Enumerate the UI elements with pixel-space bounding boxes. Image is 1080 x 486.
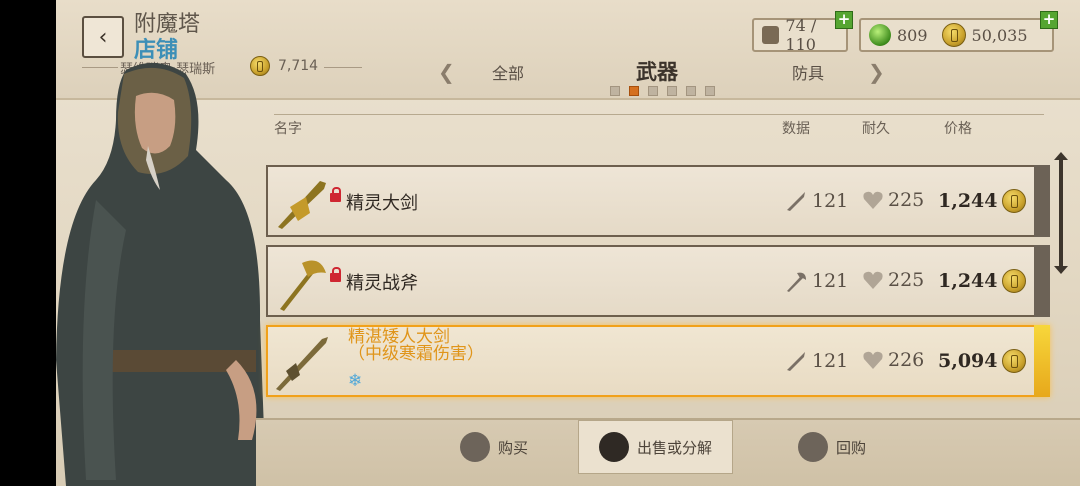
column-name: 名字 — [274, 121, 302, 137]
page-dot — [610, 86, 620, 96]
durability-stat: 225 — [862, 189, 924, 211]
buy-button[interactable]: 购买 — [460, 432, 528, 462]
buyback-button[interactable]: 回购 — [798, 432, 866, 462]
tab-weapons[interactable]: 武器 — [636, 56, 678, 86]
durability-value: 225 — [888, 189, 925, 211]
header-divider — [274, 114, 1044, 115]
price-value: 1,244 — [938, 190, 998, 212]
money-bag-icon — [599, 432, 629, 462]
inventory-bag-icon — [762, 26, 780, 44]
sword-icon — [787, 192, 805, 211]
durability-value: 226 — [888, 349, 925, 371]
add-currency-button[interactable]: + — [1040, 11, 1058, 29]
bottom-action-bar: 购买 出售或分解 回购 — [256, 418, 1080, 486]
durability-stat: 225 — [862, 269, 924, 291]
item-row[interactable]: 精灵战斧 121 225 1,244 — [266, 245, 1050, 317]
tab-all[interactable]: 全部 — [492, 60, 524, 84]
heart-icon — [863, 271, 883, 289]
price-stat: 1,244 — [938, 189, 1026, 213]
gold-coin-icon — [1001, 189, 1026, 213]
item-enchant: （中级寒霜伤害） — [348, 344, 484, 364]
damage-stat: 121 — [784, 269, 848, 293]
frost-enchant-icon: ❄ — [348, 371, 363, 391]
buy-label: 购买 — [498, 438, 529, 457]
damage-stat: 121 — [784, 349, 848, 373]
coins-stack-icon — [460, 432, 490, 462]
damage-value: 121 — [812, 270, 849, 292]
gold-count: 50,035 — [971, 25, 1028, 45]
shop-screen: ‹ 附魔塔 店铺 瑟维瑞奥·瑟瑞斯 7,714 74 / 110 + 809 5… — [56, 0, 1080, 486]
row-edge — [1034, 245, 1050, 317]
page-dot — [686, 86, 696, 96]
enchanted-row-edge — [1034, 325, 1050, 397]
column-data: 数据 — [782, 121, 810, 137]
item-row-selected[interactable]: 精湛矮人大剑 （中级寒霜伤害） ❄ 121 226 5,094 — [266, 325, 1050, 397]
currency-box[interactable]: 809 50,035 — [859, 18, 1054, 52]
buyback-icon — [798, 432, 828, 462]
item-row[interactable]: 精灵大剑 121 225 1,244 — [266, 165, 1050, 237]
add-capacity-button[interactable]: + — [835, 11, 853, 29]
gold-coin-icon — [1001, 349, 1026, 373]
durability-value: 225 — [888, 269, 925, 291]
gem-count: 809 — [897, 25, 928, 45]
page-dot — [648, 86, 658, 96]
gold-coin-icon — [1001, 269, 1026, 293]
page-dot-active — [629, 86, 639, 96]
sell-label: 出售或分解 — [637, 438, 713, 457]
item-name: 精灵战斧 — [346, 273, 418, 294]
damage-value: 121 — [812, 190, 849, 212]
merchant-gold-value: 7,714 — [278, 58, 319, 74]
axe-icon — [787, 272, 806, 292]
chevron-left-icon[interactable]: ❮ — [438, 60, 455, 84]
heart-icon — [863, 191, 883, 209]
back-button[interactable]: ‹ — [82, 16, 124, 58]
row-edge — [1034, 165, 1050, 237]
damage-stat: 121 — [784, 189, 848, 213]
inventory-value: 74 / 110 — [785, 16, 817, 54]
column-durability: 耐久 — [862, 121, 890, 137]
tab-armor[interactable]: 防具 — [792, 60, 824, 84]
price-stat: 5,094 — [938, 349, 1026, 373]
chevron-left-icon: ‹ — [98, 24, 108, 50]
price-value: 1,244 — [938, 270, 998, 292]
greatsword-icon — [278, 181, 326, 229]
sell-or-disassemble-button[interactable]: 出售或分解 — [578, 420, 734, 474]
list-scrollbar[interactable] — [1054, 152, 1068, 274]
durability-stat: 226 — [862, 349, 924, 371]
merchant-character-portrait — [56, 62, 266, 486]
chevron-right-icon[interactable]: ❯ — [868, 60, 885, 84]
heart-icon — [863, 351, 883, 369]
inventory-capacity[interactable]: 74 / 110 — [752, 16, 848, 54]
item-name: 精灵大剑 — [346, 193, 418, 214]
page-dot — [667, 86, 677, 96]
damage-value: 121 — [812, 350, 849, 372]
tab-page-indicator — [610, 86, 715, 96]
column-price: 价格 — [944, 121, 972, 137]
battleaxe-icon — [280, 260, 326, 311]
lock-icon — [330, 187, 341, 202]
price-stat: 1,244 — [938, 269, 1026, 293]
sword-icon — [787, 352, 805, 371]
buyback-label: 回购 — [836, 438, 867, 457]
gem-icon — [869, 24, 891, 46]
gold-coin-icon — [941, 23, 966, 47]
page-dot — [705, 86, 715, 96]
price-value: 5,094 — [938, 350, 998, 372]
divider — [324, 67, 362, 68]
lock-icon — [330, 267, 341, 282]
dwarven-greatsword-icon — [276, 337, 328, 391]
